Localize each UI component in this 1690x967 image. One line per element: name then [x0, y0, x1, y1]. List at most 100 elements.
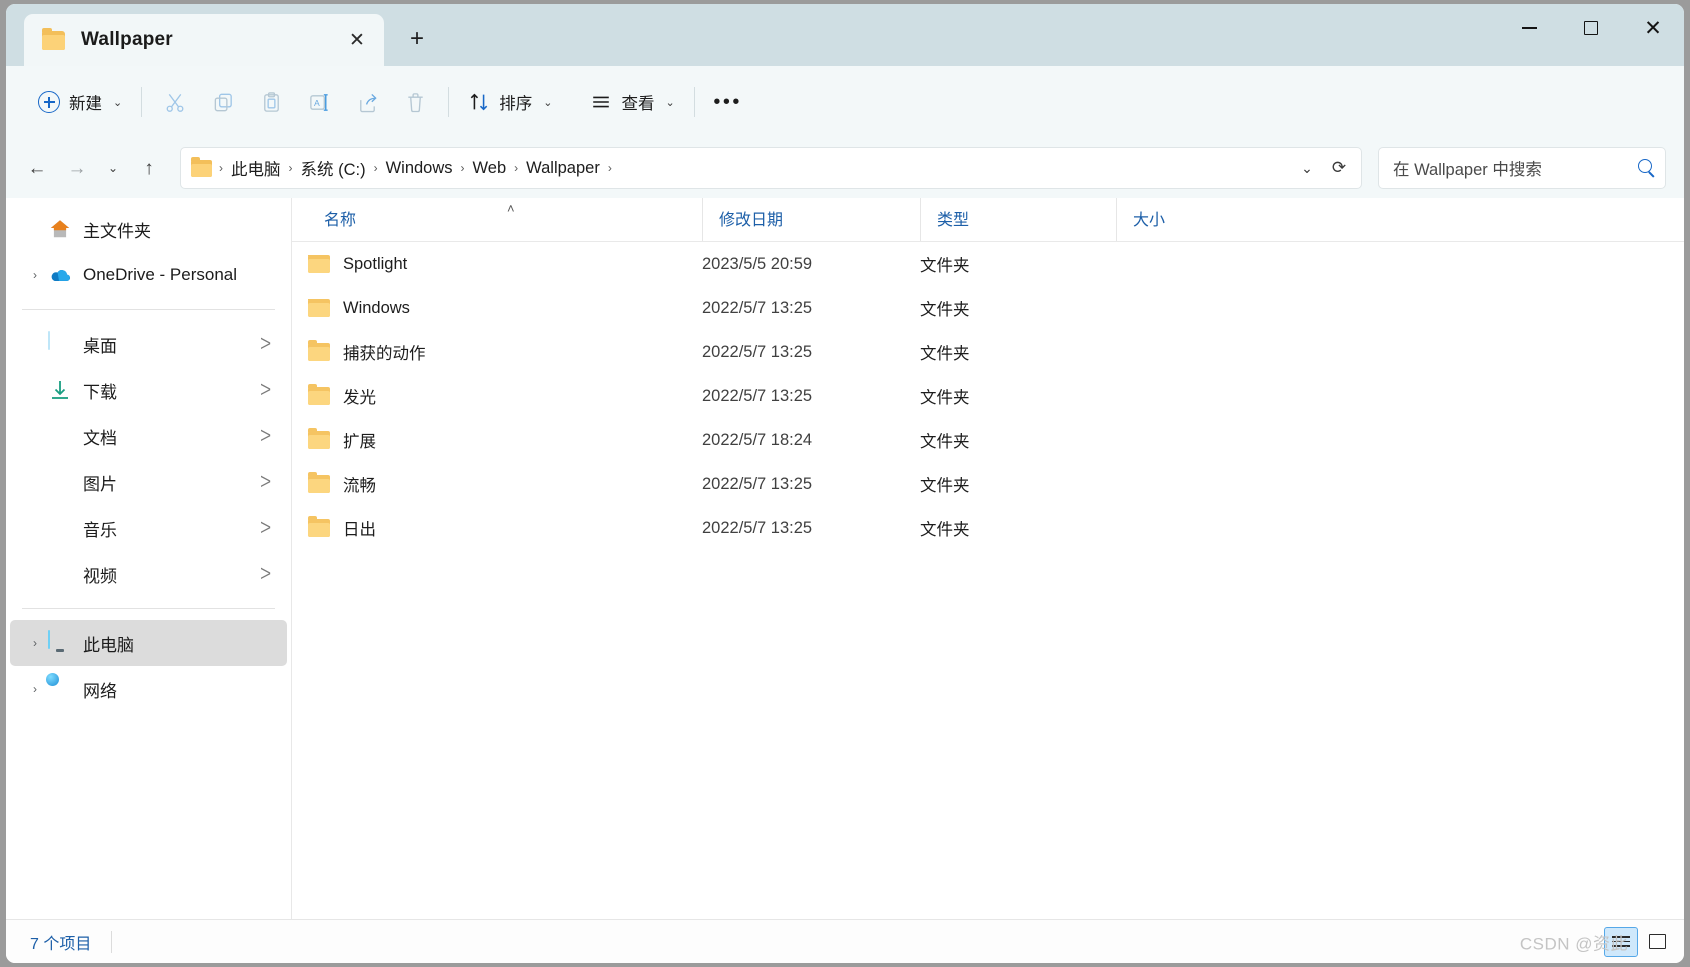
sort-button-label: 排序	[499, 95, 533, 113]
file-name-cell: 日出	[296, 516, 702, 540]
sidebar-item-label: 下载	[83, 382, 117, 402]
download-icon-svg	[52, 381, 68, 399]
file-type: 文件夹	[920, 257, 970, 275]
column-header-name[interactable]: ˄ 名称	[292, 198, 702, 241]
sidebar-item-desktop[interactable]: 桌面 ᐳ	[10, 321, 287, 367]
breadcrumb-item-c-drive[interactable]: 系统 (C:)	[296, 153, 371, 183]
divider	[448, 87, 450, 117]
pin-icon[interactable]: ᐳ	[260, 381, 271, 399]
breadcrumb-item-this-pc[interactable]: 此电脑	[226, 153, 286, 183]
table-row[interactable]: 流畅 2022/5/7 13:25 文件夹	[296, 462, 1680, 506]
table-row[interactable]: Windows 2022/5/7 13:25 文件夹	[296, 286, 1680, 330]
breadcrumb-item-wallpaper[interactable]: Wallpaper	[521, 156, 605, 181]
divider	[693, 87, 695, 117]
column-header-type[interactable]: 类型	[920, 198, 1116, 241]
file-type: 文件夹	[920, 389, 970, 407]
file-list-pane: ˄ 名称 修改日期 类型 大小 Spotlight 2023/5/5 20:59…	[292, 198, 1684, 919]
pin-icon[interactable]: ᐳ	[260, 519, 271, 537]
sidebar-item-label: 此电脑	[83, 635, 134, 655]
share-button[interactable]	[343, 81, 391, 123]
minimize-button[interactable]	[1498, 4, 1560, 52]
pin-icon[interactable]: ᐳ	[260, 335, 271, 353]
recent-locations-button[interactable]: ⌄	[98, 149, 128, 187]
tiles-view-toggle[interactable]	[1640, 927, 1674, 957]
svg-text:A: A	[314, 97, 320, 107]
chevron-right-icon[interactable]: ›	[22, 682, 48, 696]
delete-button[interactable]	[391, 81, 439, 123]
folder-icon	[308, 428, 330, 449]
back-button[interactable]: ←	[18, 149, 56, 187]
divider	[141, 87, 143, 117]
table-row[interactable]: 日出 2022/5/7 13:25 文件夹	[296, 506, 1680, 550]
breadcrumb-item-windows[interactable]: Windows	[381, 156, 458, 181]
sidebar-item-this-pc[interactable]: › 此电脑	[10, 620, 287, 666]
sidebar-item-videos[interactable]: 视频 ᐳ	[10, 551, 287, 597]
file-name: 捕获的动作	[343, 345, 426, 363]
tab-wallpaper[interactable]: Wallpaper ✕	[24, 14, 384, 66]
search-box[interactable]: 在 Wallpaper 中搜索	[1378, 147, 1666, 189]
refresh-icon[interactable]: ⟳	[1323, 151, 1355, 185]
sidebar-item-home[interactable]: 主文件夹	[10, 206, 287, 252]
main-body: 主文件夹 › OneDrive - Personal 桌面 ᐳ 下载 ᐳ 文档 …	[6, 198, 1684, 919]
folder-icon	[308, 384, 330, 405]
sidebar-item-network[interactable]: › 网络	[10, 666, 287, 712]
search-input[interactable]: 在 Wallpaper 中搜索	[1393, 156, 1637, 180]
pictures-icon	[48, 470, 72, 494]
file-date: 2023/5/5 20:59	[702, 254, 813, 273]
address-bar[interactable]: › 此电脑 › 系统 (C:) › Windows › Web › Wallpa…	[180, 147, 1362, 189]
breadcrumb-separator: ›	[607, 161, 612, 175]
breadcrumb-separator: ›	[219, 161, 223, 175]
sidebar-item-onedrive[interactable]: › OneDrive - Personal	[10, 252, 287, 298]
sort-button[interactable]: 排序 ⌄	[458, 81, 562, 123]
view-button[interactable]: 查看 ⌄	[580, 81, 684, 123]
sidebar-item-label: 音乐	[83, 520, 117, 540]
file-rows: Spotlight 2023/5/5 20:59 文件夹 Windows 202…	[292, 242, 1684, 919]
paste-button[interactable]	[247, 81, 295, 123]
sidebar-item-label: 主文件夹	[83, 221, 151, 241]
chevron-down-icon[interactable]: ⌄	[1291, 151, 1323, 185]
chevron-down-icon: ⌄	[543, 96, 553, 109]
folder-icon	[308, 298, 330, 317]
breadcrumb-item-web[interactable]: Web	[468, 156, 512, 181]
pin-icon[interactable]: ᐳ	[260, 565, 271, 583]
up-button[interactable]: ↑	[130, 149, 168, 187]
copy-button[interactable]	[199, 81, 247, 123]
tab-title: Wallpaper	[81, 29, 173, 50]
pin-icon[interactable]: ᐳ	[260, 427, 271, 445]
new-button[interactable]: 新建 ⌄	[28, 81, 132, 123]
table-row[interactable]: Spotlight 2023/5/5 20:59 文件夹	[296, 242, 1680, 286]
chevron-right-icon[interactable]: ›	[22, 268, 48, 282]
pin-icon[interactable]: ᐳ	[260, 473, 271, 491]
close-window-button[interactable]: ✕	[1622, 4, 1684, 52]
home-icon-svg	[50, 220, 70, 238]
folder-icon	[308, 516, 330, 537]
table-row[interactable]: 扩展 2022/5/7 18:24 文件夹	[296, 418, 1680, 462]
sidebar-item-downloads[interactable]: 下载 ᐳ	[10, 367, 287, 413]
more-options-button[interactable]: •••	[704, 81, 752, 123]
column-header-date-modified[interactable]: 修改日期	[702, 198, 920, 241]
watermark: CSDN @资此	[1519, 934, 1628, 953]
sidebar-item-documents[interactable]: 文档 ᐳ	[10, 413, 287, 459]
file-date: 2022/5/7 18:24	[702, 430, 813, 449]
sidebar-item-label: 文档	[83, 428, 117, 448]
navigation-pane: 主文件夹 › OneDrive - Personal 桌面 ᐳ 下载 ᐳ 文档 …	[6, 198, 292, 919]
sidebar-item-music[interactable]: 音乐 ᐳ	[10, 505, 287, 551]
file-name: 扩展	[343, 433, 376, 451]
new-tab-button[interactable]: +	[400, 22, 434, 56]
close-tab-icon[interactable]: ✕	[342, 25, 372, 55]
status-bar: 7 个项目 CSDN @资此	[6, 919, 1684, 963]
chevron-down-icon: ⌄	[665, 96, 675, 109]
table-row[interactable]: 捕获的动作 2022/5/7 13:25 文件夹	[296, 330, 1680, 374]
rename-button[interactable]: A	[295, 81, 343, 123]
column-header-size[interactable]: 大小	[1116, 198, 1240, 241]
cut-button[interactable]	[151, 81, 199, 123]
maximize-button[interactable]	[1560, 4, 1622, 52]
desktop-icon	[48, 331, 72, 356]
rename-icon: A	[309, 93, 328, 111]
table-row[interactable]: 发光 2022/5/7 13:25 文件夹	[296, 374, 1680, 418]
folder-icon	[308, 340, 330, 361]
chevron-right-icon[interactable]: ›	[22, 636, 48, 650]
music-icon	[48, 516, 72, 540]
sidebar-item-pictures[interactable]: 图片 ᐳ	[10, 459, 287, 505]
forward-button[interactable]: →	[58, 149, 96, 187]
